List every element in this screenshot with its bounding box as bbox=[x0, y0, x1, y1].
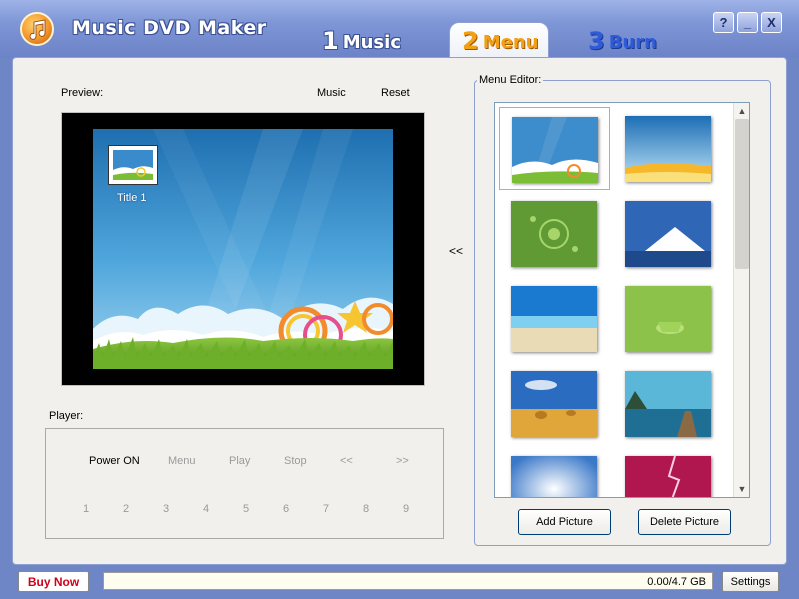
scroll-up-icon[interactable]: ▲ bbox=[734, 103, 749, 119]
tab-menu-number: 2 bbox=[462, 27, 479, 55]
player-menu-button[interactable]: Menu bbox=[168, 455, 196, 467]
background-thumbnail-list[interactable]: ▲ ▼ bbox=[494, 102, 750, 498]
play-button[interactable]: Play bbox=[229, 455, 250, 467]
chapter-6-button[interactable]: 6 bbox=[283, 503, 289, 515]
music-button[interactable]: Music bbox=[317, 87, 346, 99]
title-1-label: Title 1 bbox=[117, 192, 147, 204]
tab-burn-number: 3 bbox=[588, 27, 605, 55]
thumbnail-sky-grass-image bbox=[512, 117, 598, 183]
tab-music[interactable]: 1 Music bbox=[322, 22, 440, 57]
tab-burn-label: Burn bbox=[608, 32, 657, 53]
add-picture-button[interactable]: Add Picture bbox=[518, 509, 611, 535]
thumbnail-scrollbar[interactable]: ▲ ▼ bbox=[733, 103, 749, 497]
thumbnail-mountain[interactable] bbox=[613, 192, 724, 275]
chapter-3-button[interactable]: 3 bbox=[163, 503, 169, 515]
thumbnail-pink-lightning[interactable] bbox=[613, 447, 724, 497]
capacity-text: 0.00/4.7 GB bbox=[647, 576, 706, 588]
settings-button[interactable]: Settings bbox=[722, 571, 779, 592]
next-button[interactable]: >> bbox=[396, 455, 409, 467]
thumbnail-bright-sky-image bbox=[511, 456, 597, 497]
thumbnail-pink-lightning-image bbox=[625, 456, 711, 497]
status-bar: Buy Now 0.00/4.7 GB Settings bbox=[0, 568, 799, 599]
delete-picture-button[interactable]: Delete Picture bbox=[638, 509, 731, 535]
chapter-1-button[interactable]: 1 bbox=[83, 503, 89, 515]
menu-preview: Title 1 bbox=[61, 112, 425, 386]
disc-capacity-bar: 0.00/4.7 GB bbox=[103, 572, 713, 590]
tab-menu[interactable]: 2 Menu bbox=[449, 22, 549, 57]
tab-burn[interactable]: 3 Burn bbox=[588, 22, 698, 57]
scroll-down-icon[interactable]: ▼ bbox=[734, 481, 749, 497]
buy-now-button[interactable]: Buy Now bbox=[18, 571, 89, 592]
thumbnail-hay-field-image bbox=[511, 371, 597, 437]
app-logo-icon bbox=[20, 12, 54, 46]
close-button[interactable]: X bbox=[761, 12, 782, 33]
player-panel: Power ON Menu Play Stop << >> 1 2 3 4 5 … bbox=[45, 428, 444, 539]
player-label: Player: bbox=[49, 410, 84, 422]
tab-music-number: 1 bbox=[322, 27, 339, 55]
scroll-thumb[interactable] bbox=[735, 119, 749, 269]
thumbnail-green-cup-image bbox=[625, 286, 711, 352]
thumbnail-hay-field[interactable] bbox=[499, 362, 610, 445]
thumbnail-sky-sun[interactable] bbox=[613, 107, 724, 190]
title-bar: Music DVD Maker 1 Music 2 Menu 3 Burn ? … bbox=[0, 0, 799, 57]
app-title: Music DVD Maker bbox=[72, 17, 267, 39]
power-on-button[interactable]: Power ON bbox=[89, 455, 140, 467]
chapter-7-button[interactable]: 7 bbox=[323, 503, 329, 515]
thumbnail-green-circles[interactable] bbox=[499, 192, 610, 275]
main-panel: Preview: Music Reset Title 1 << Player: … bbox=[12, 57, 787, 565]
stop-button[interactable]: Stop bbox=[284, 455, 307, 467]
help-button[interactable]: ? bbox=[713, 12, 734, 33]
thumbnail-lake-dock[interactable] bbox=[613, 362, 724, 445]
chapter-9-button[interactable]: 9 bbox=[403, 503, 409, 515]
chapter-8-button[interactable]: 8 bbox=[363, 503, 369, 515]
thumbnail-mountain-image bbox=[625, 201, 711, 267]
title-1-thumbnail-image bbox=[113, 150, 153, 180]
move-to-preview-button[interactable]: << bbox=[449, 244, 463, 258]
tab-music-label: Music bbox=[342, 32, 401, 53]
reset-button[interactable]: Reset bbox=[381, 87, 410, 99]
thumbnail-lake-dock-image bbox=[625, 371, 711, 437]
chapter-4-button[interactable]: 4 bbox=[203, 503, 209, 515]
menu-editor-label: Menu Editor: bbox=[477, 74, 544, 86]
thumbnail-beach-image bbox=[511, 286, 597, 352]
thumbnail-green-circles-image bbox=[511, 201, 597, 267]
thumbnail-green-cup[interactable] bbox=[613, 277, 724, 360]
thumbnail-bright-sky[interactable] bbox=[499, 447, 610, 497]
minimize-button[interactable]: _ bbox=[737, 12, 758, 33]
preview-label: Preview: bbox=[61, 87, 104, 99]
thumbnail-sky-grass[interactable] bbox=[499, 107, 610, 190]
title-1-button[interactable] bbox=[109, 146, 157, 184]
previous-button[interactable]: << bbox=[340, 455, 353, 467]
chapter-2-button[interactable]: 2 bbox=[123, 503, 129, 515]
chapter-5-button[interactable]: 5 bbox=[243, 503, 249, 515]
thumbnail-beach[interactable] bbox=[499, 277, 610, 360]
tab-menu-label: Menu bbox=[482, 32, 539, 53]
thumbnail-sky-sun-image bbox=[625, 116, 711, 182]
